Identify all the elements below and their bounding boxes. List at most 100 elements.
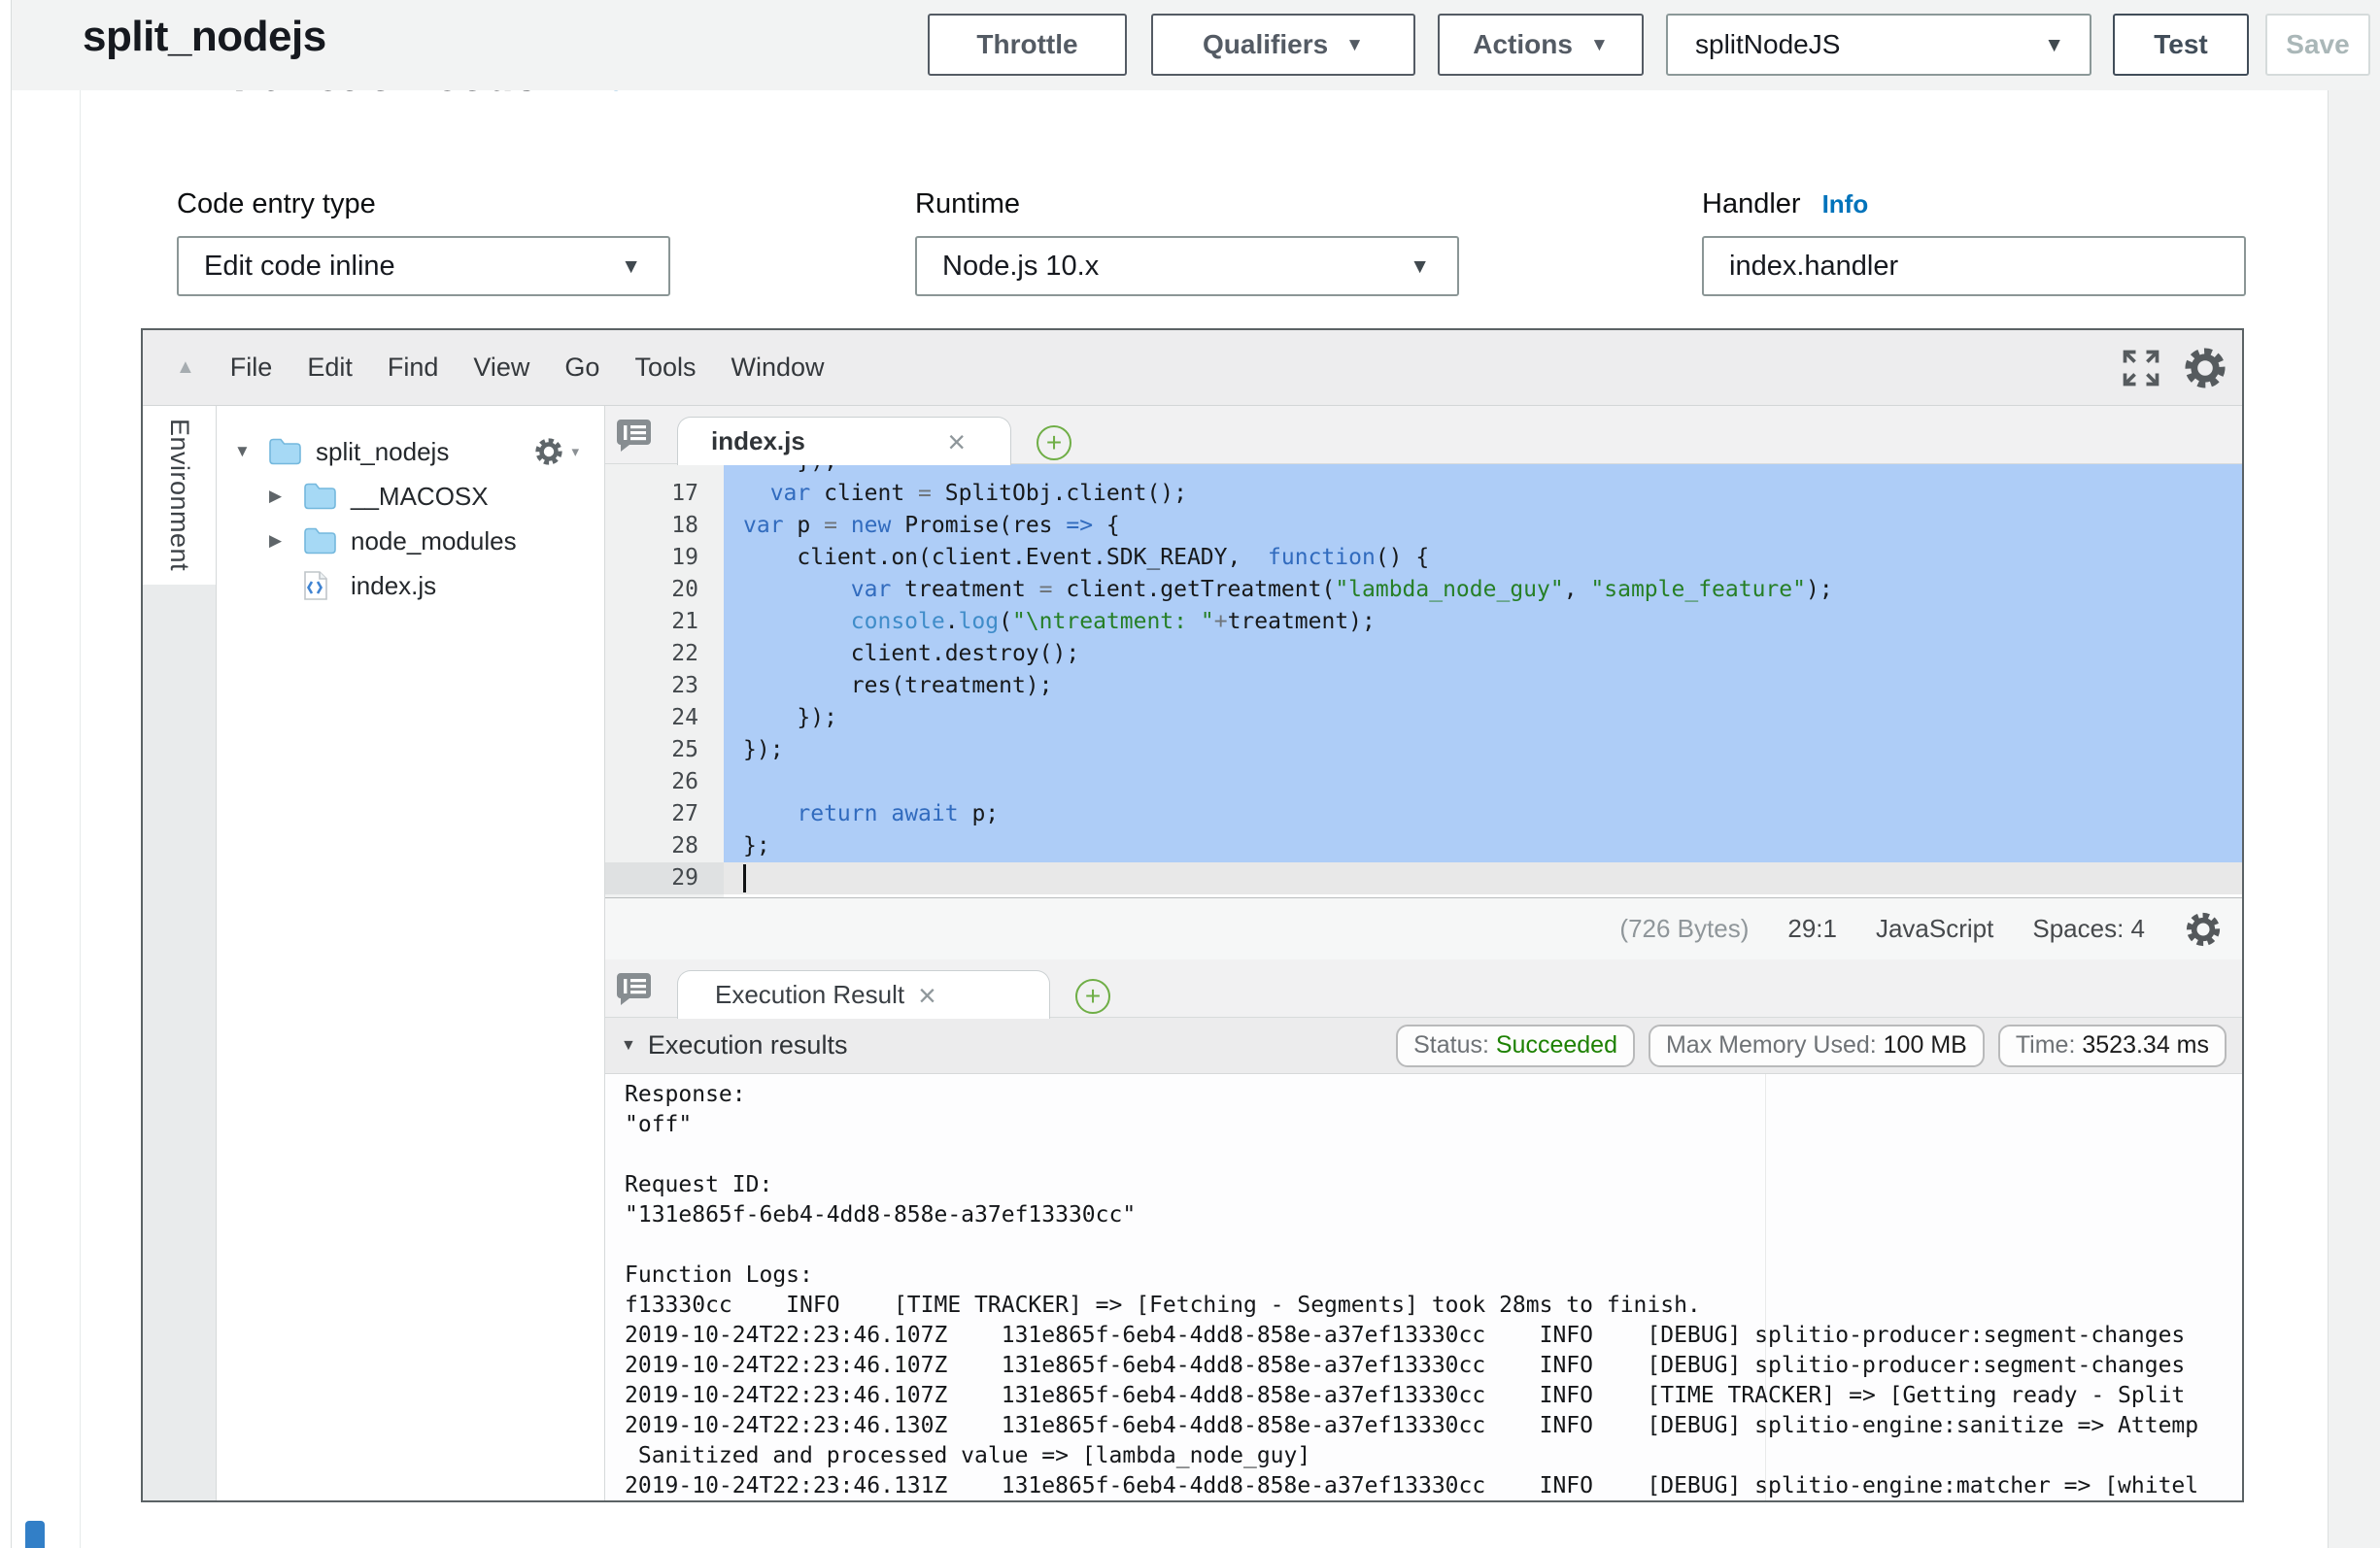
test-event-value: splitNodeJS bbox=[1695, 29, 1840, 60]
language-mode-status[interactable]: JavaScript bbox=[1876, 914, 1993, 944]
line-number: 24 bbox=[605, 702, 724, 734]
code-line: }); bbox=[605, 464, 2242, 478]
code-entry-type-select[interactable]: Edit code inline ▼ bbox=[177, 236, 670, 296]
code-editor-area[interactable]: });17 var client = SplitObj.client();18v… bbox=[605, 464, 2242, 897]
tree-item-split_nodejs[interactable]: ▼split_nodejs▾ bbox=[217, 429, 604, 474]
tab-environment[interactable]: Environment bbox=[143, 406, 216, 585]
code-text: res(treatment); bbox=[724, 670, 2242, 702]
log-line: 2019-10-24T22:23:46.130Z 131e865f-6eb4-4… bbox=[625, 1411, 2242, 1441]
qualifiers-label: Qualifiers bbox=[1203, 29, 1328, 60]
log-line: "131e865f-6eb4-4dd8-858e-a37ef13330cc" bbox=[625, 1200, 2242, 1230]
menu-find[interactable]: Find bbox=[388, 353, 439, 383]
close-tab-icon[interactable]: × bbox=[918, 980, 936, 1011]
test-event-select[interactable]: splitNodeJS ▼ bbox=[1666, 14, 2091, 76]
tab-list-icon[interactable] bbox=[617, 971, 653, 1011]
qualifiers-dropdown-button[interactable]: Qualifiers ▼ bbox=[1151, 14, 1415, 76]
tab-execution-result[interactable]: Execution Result × bbox=[677, 970, 1050, 1019]
chevron-down-icon: ▼ bbox=[2044, 35, 2064, 55]
code-entry-type-value: Edit code inline bbox=[204, 251, 395, 283]
fullscreen-icon[interactable] bbox=[2120, 347, 2162, 389]
code-line: 20 var treatment = client.getTreatment("… bbox=[605, 574, 2242, 606]
log-line bbox=[625, 1230, 2242, 1261]
log-line: 2019-10-24T22:23:46.107Z 131e865f-6eb4-4… bbox=[625, 1321, 2242, 1351]
statusbar-gear-icon[interactable] bbox=[2184, 910, 2223, 949]
lambda-console-screen: split_nodejs Throttle Qualifiers ▼ Actio… bbox=[0, 0, 2380, 1548]
menu-view[interactable]: View bbox=[473, 353, 529, 383]
indentation-status[interactable]: Spaces: 4 bbox=[2032, 914, 2145, 944]
code-line: 18var p = new Promise(res => { bbox=[605, 510, 2242, 542]
throttle-button[interactable]: Throttle bbox=[928, 14, 1127, 76]
execution-results-toggle[interactable]: ▼ Execution results bbox=[621, 1030, 847, 1060]
close-tab-icon[interactable]: × bbox=[947, 426, 966, 457]
collapse-editor-icon[interactable]: ▲ bbox=[176, 356, 195, 379]
test-button[interactable]: Test bbox=[2113, 14, 2249, 76]
tab-index-js[interactable]: index.js × bbox=[677, 417, 1011, 465]
line-number: 19 bbox=[605, 542, 724, 574]
tree-item-index-js[interactable]: index.js bbox=[217, 563, 604, 608]
actions-label: Actions bbox=[1473, 29, 1573, 60]
feedback-button-partial[interactable] bbox=[25, 1521, 45, 1548]
log-line: Sanitized and processed value => [lambda… bbox=[625, 1441, 2242, 1471]
chevron-down-icon: ▾ bbox=[571, 443, 579, 460]
text-cursor bbox=[743, 864, 746, 892]
log-line: f13330cc INFO [TIME TRACKER] => [Fetchin… bbox=[625, 1291, 2242, 1321]
code-text: var treatment = client.getTreatment("lam… bbox=[724, 574, 2242, 606]
code-text bbox=[724, 766, 2242, 798]
badge-value: 100 MB bbox=[1884, 1031, 1967, 1060]
expander-down-icon[interactable]: ▼ bbox=[234, 442, 267, 461]
code-line: 22 client.destroy(); bbox=[605, 638, 2242, 670]
file-tree-panel: ▼split_nodejs▾▶__MACOSX▶node_modulesinde… bbox=[217, 406, 605, 1500]
log-line: Function Logs: bbox=[625, 1261, 2242, 1291]
line-number: 28 bbox=[605, 830, 724, 862]
line-number: 29 bbox=[605, 862, 724, 894]
page-title: split_nodejs bbox=[83, 13, 326, 61]
code-line: 17 var client = SplitObj.client(); bbox=[605, 478, 2242, 510]
code-text: }); bbox=[724, 734, 2242, 766]
editor-menubar: ▲ File Edit Find View Go Tools Window bbox=[143, 330, 2242, 406]
section-info-link[interactable]: Info bbox=[571, 90, 625, 97]
chevron-down-icon: ▼ bbox=[621, 256, 641, 277]
handler-label-row: Handler Info bbox=[1702, 188, 1868, 220]
triangle-down-icon: ▼ bbox=[621, 1037, 636, 1055]
handler-input[interactable]: index.handler bbox=[1702, 236, 2246, 296]
code-text: }; bbox=[724, 830, 2242, 862]
code-line: 19 client.on(client.Event.SDK_READY, fun… bbox=[605, 542, 2242, 574]
menu-tools[interactable]: Tools bbox=[634, 353, 696, 383]
tab-label: Execution Result bbox=[715, 980, 904, 1010]
tab-list-icon[interactable] bbox=[617, 418, 653, 457]
menu-edit[interactable]: Edit bbox=[307, 353, 353, 383]
save-button: Save bbox=[2265, 14, 2370, 76]
log-line bbox=[625, 1140, 2242, 1170]
tree-item-__macosx[interactable]: ▶__MACOSX bbox=[217, 474, 604, 519]
expander-right-icon[interactable]: ▶ bbox=[269, 487, 302, 506]
code-text: client.destroy(); bbox=[724, 638, 2242, 670]
execution-log-area[interactable]: Response:"off"Request ID:"131e865f-6eb4-… bbox=[605, 1074, 2242, 1500]
handler-info-link[interactable]: Info bbox=[1822, 189, 1869, 219]
expander-right-icon[interactable]: ▶ bbox=[269, 531, 302, 551]
folder-icon bbox=[302, 526, 347, 555]
page-scrollbar[interactable] bbox=[2328, 90, 2380, 1548]
chevron-down-icon: ▼ bbox=[1410, 256, 1430, 277]
log-lines: Response:"off"Request ID:"131e865f-6eb4-… bbox=[625, 1080, 2242, 1500]
editor-settings-gear-icon[interactable] bbox=[2182, 345, 2228, 391]
code-line: 27 return await p; bbox=[605, 798, 2242, 830]
menu-window[interactable]: Window bbox=[731, 353, 824, 383]
code-line: 21 console.log("\ntreatment: "+treatment… bbox=[605, 606, 2242, 638]
code-text: return await p; bbox=[724, 798, 2242, 830]
badge-value: Succeeded bbox=[1496, 1031, 1617, 1060]
log-line: Request ID: bbox=[625, 1170, 2242, 1200]
runtime-select[interactable]: Node.js 10.x ▼ bbox=[915, 236, 1459, 296]
code-line: 28}; bbox=[605, 830, 2242, 862]
menu-file[interactable]: File bbox=[230, 353, 273, 383]
new-tab-icon[interactable]: + bbox=[1075, 979, 1110, 1014]
new-tab-icon[interactable]: + bbox=[1037, 425, 1071, 460]
tree-settings-gear-icon[interactable]: ▾ bbox=[533, 436, 579, 467]
results-tabbar: Execution Result × + bbox=[605, 959, 2242, 1018]
menu-go[interactable]: Go bbox=[564, 353, 599, 383]
tree-item-node_modules[interactable]: ▶node_modules bbox=[217, 519, 604, 563]
code-line: 25}); bbox=[605, 734, 2242, 766]
chevron-down-icon: ▼ bbox=[1590, 36, 1609, 54]
result-badge-status-: Status: Succeeded bbox=[1396, 1025, 1635, 1067]
badge-label: Time: bbox=[2016, 1031, 2083, 1060]
actions-dropdown-button[interactable]: Actions ▼ bbox=[1438, 14, 1644, 76]
